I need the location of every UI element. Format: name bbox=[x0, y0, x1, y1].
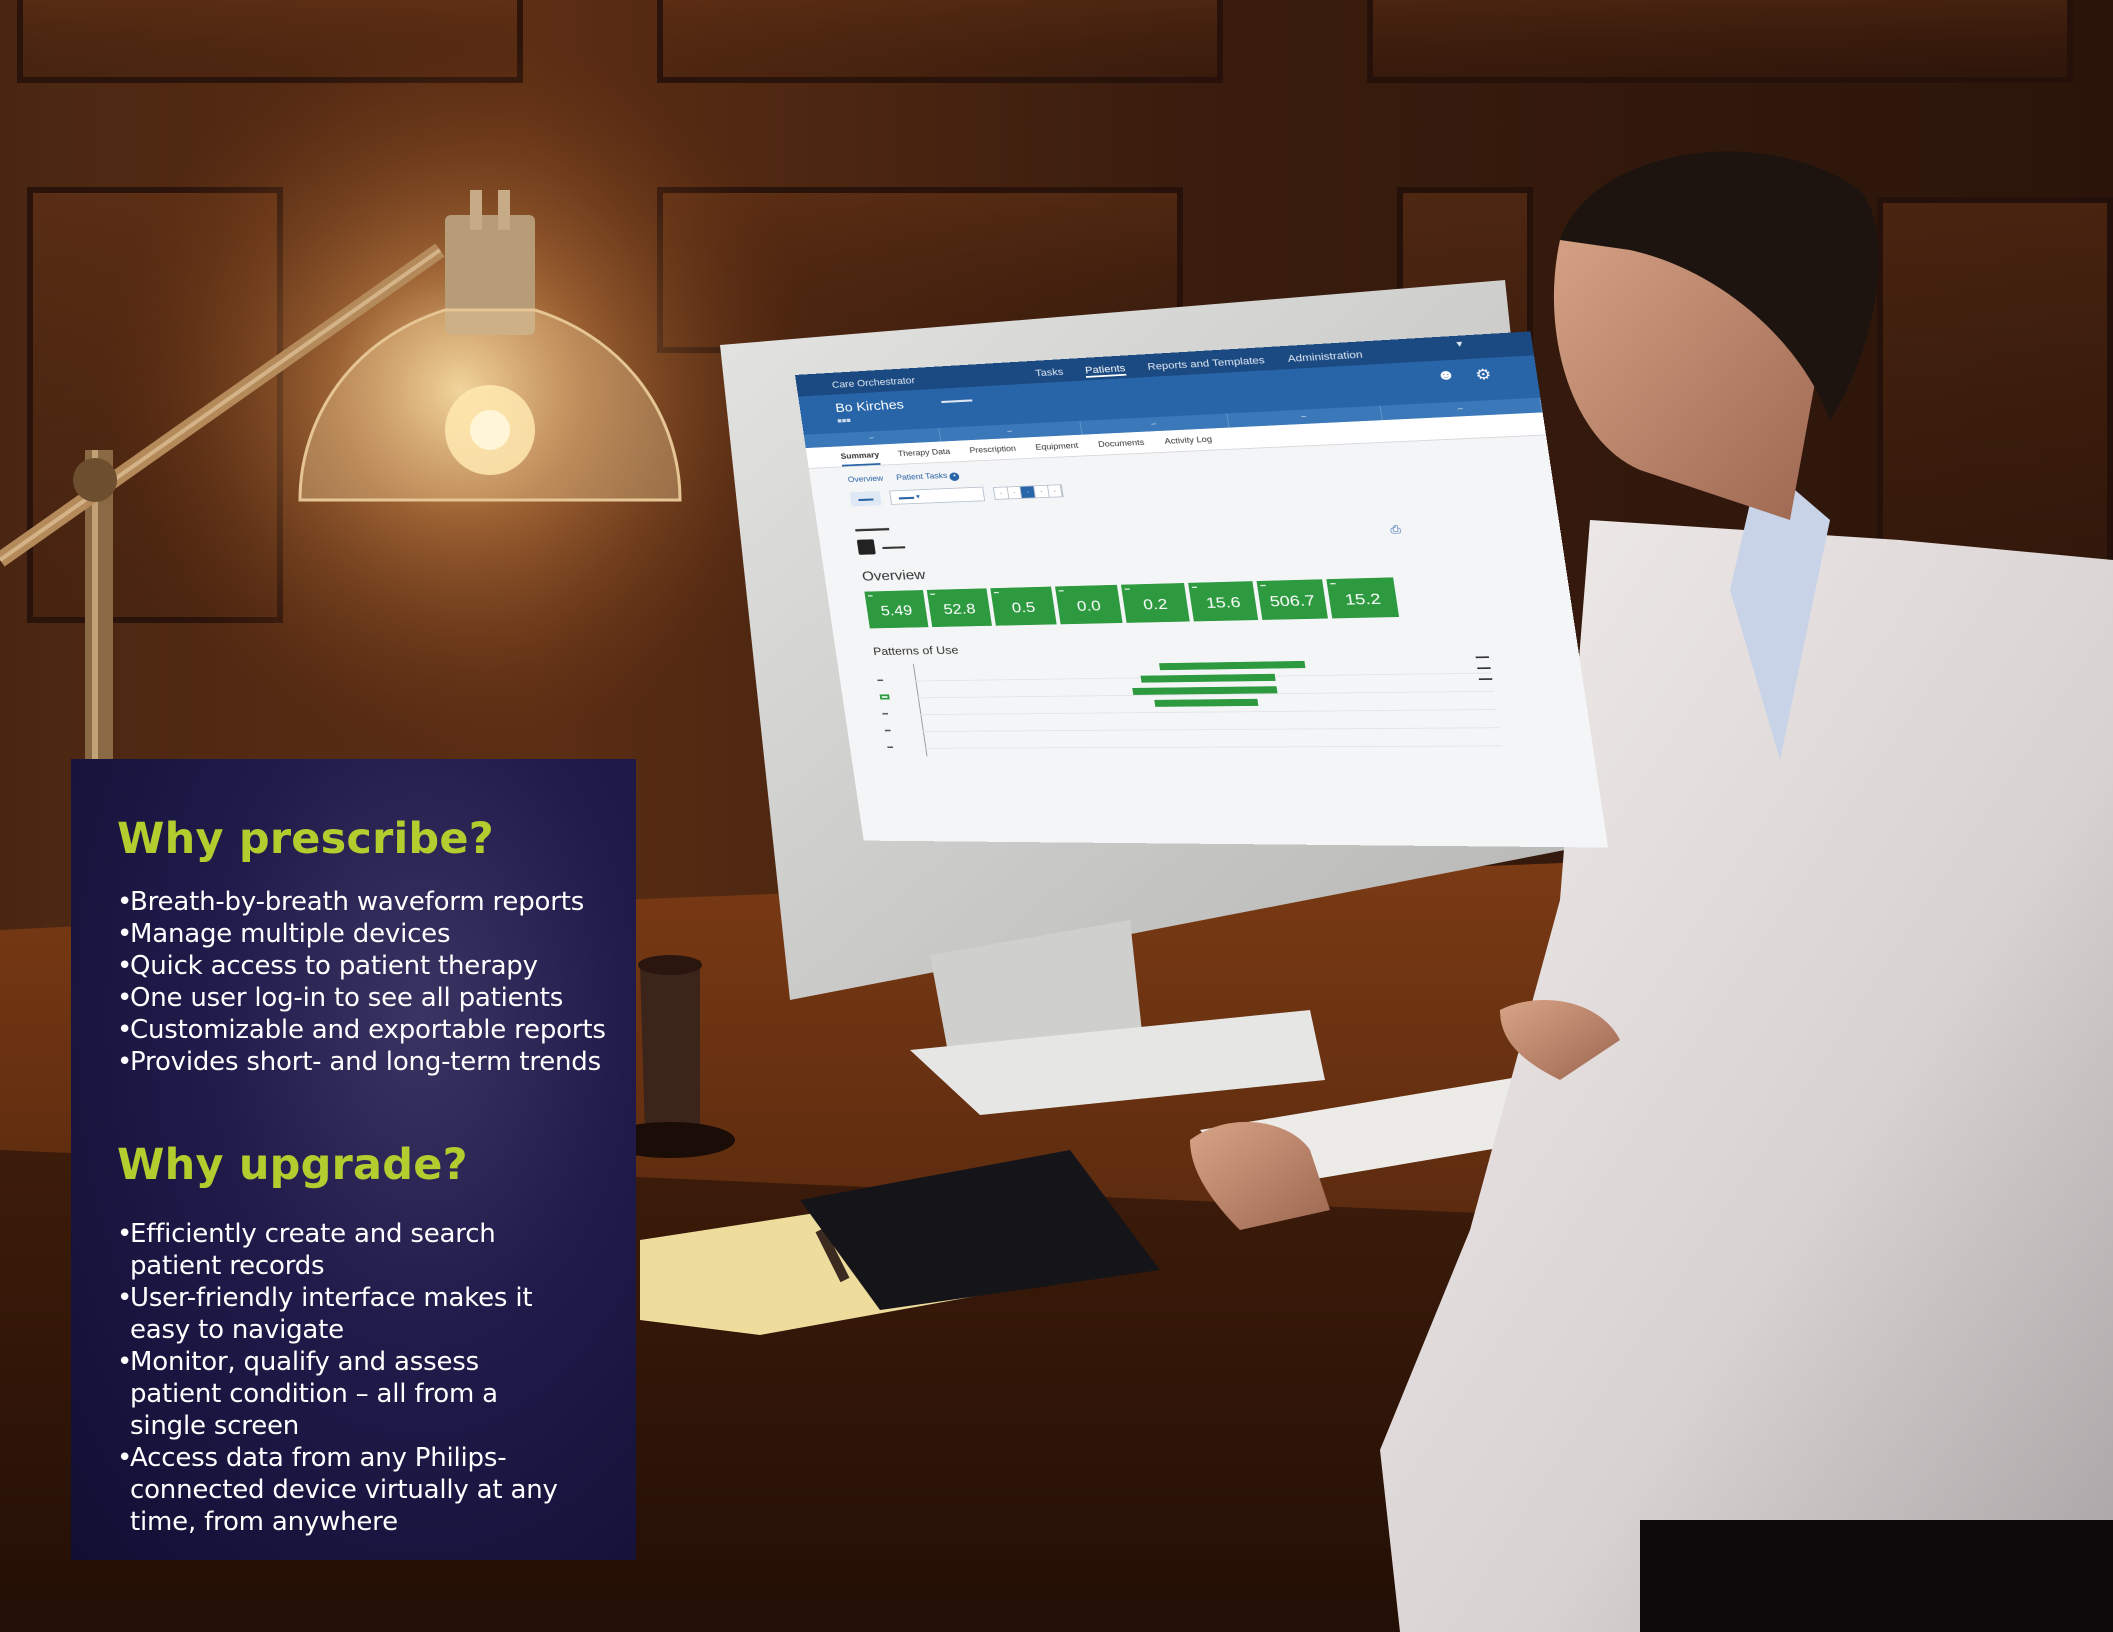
overview-tile: ▬ 52.8 bbox=[927, 588, 992, 627]
prescribe-list: Breath-by-breath waveform reports Manage… bbox=[117, 886, 616, 1078]
tile-label: ▬ bbox=[930, 591, 936, 596]
upgrade-item: Efficiently create and search patient re… bbox=[117, 1218, 577, 1282]
row-label: ▬ bbox=[887, 745, 893, 750]
patient-note: ▬▬▬▬ bbox=[941, 389, 1099, 405]
chart-gridline bbox=[920, 709, 1497, 715]
tile-value: 506.7 bbox=[1258, 592, 1326, 611]
app-title: Care Orchestrator bbox=[831, 376, 915, 391]
tile-value: 15.6 bbox=[1190, 594, 1257, 613]
chart-gridline bbox=[925, 745, 1502, 748]
menu-patients[interactable]: Patients bbox=[1084, 363, 1126, 377]
menu-tasks[interactable]: Tasks bbox=[1035, 367, 1065, 381]
prescribe-item: Quick access to patient therapy bbox=[117, 950, 616, 982]
patient-meta: ■■■ bbox=[837, 416, 852, 424]
user-menu-icon[interactable]: ▼ bbox=[1454, 339, 1465, 349]
tile-value: 0.0 bbox=[1057, 597, 1121, 616]
tile-label: ▬ bbox=[1124, 586, 1130, 591]
tile-label: ▬ bbox=[1330, 581, 1336, 586]
prescribe-item: Breath-by-breath waveform reports bbox=[117, 886, 616, 918]
legend-entry: ▬▬ bbox=[1477, 665, 1491, 671]
tile-label: ▬ bbox=[993, 590, 999, 595]
tile-label: ▬ bbox=[1260, 583, 1266, 588]
tab-prescription[interactable]: Prescription bbox=[968, 438, 1017, 461]
tasks-count-badge: • bbox=[949, 472, 960, 481]
tile-value: 15.2 bbox=[1328, 590, 1397, 610]
usage-bar bbox=[1154, 699, 1258, 707]
tile-value: 0.2 bbox=[1123, 595, 1189, 614]
filter-button[interactable]: ▬▬ bbox=[850, 491, 882, 506]
subtab-patient-tasks-label: Patient Tasks bbox=[896, 471, 948, 482]
person-icon[interactable]: ☻ bbox=[1435, 367, 1456, 386]
upgrade-section: Why upgrade? Efficiently create and sear… bbox=[117, 1140, 616, 1538]
patient-actions: ☻ ⚙ bbox=[1435, 365, 1492, 386]
legend-entry: ▬▬ bbox=[1478, 676, 1492, 682]
benefits-panel: Why prescribe? Breath-by-breath waveform… bbox=[71, 759, 636, 1560]
overview-tile: ▬ 15.6 bbox=[1188, 581, 1258, 621]
tile-value: 5.49 bbox=[866, 602, 927, 620]
overview-tile: ▬ 0.5 bbox=[990, 587, 1056, 626]
overview-tile: ▬ 0.0 bbox=[1055, 585, 1123, 624]
upgrade-item: User-friendly interface makes it easy to… bbox=[117, 1282, 577, 1346]
overview-tile: ▬ 0.2 bbox=[1121, 583, 1190, 623]
patterns-chart: ▬ ▬ ▬ ▬ ▬ ▬▬ ▬▬ ▬▬ bbox=[875, 654, 1503, 756]
chart-axis bbox=[913, 664, 928, 757]
row-label: ▬ bbox=[882, 711, 888, 716]
tab-summary[interactable]: Summary bbox=[839, 445, 880, 467]
tab-equipment[interactable]: Equipment bbox=[1034, 435, 1080, 458]
usage-bar bbox=[1141, 674, 1276, 683]
tab-documents[interactable]: Documents bbox=[1097, 432, 1146, 455]
upgrade-list: Efficiently create and search patient re… bbox=[117, 1218, 577, 1538]
overview-tile: ▬ 15.2 bbox=[1326, 577, 1399, 618]
tile-value: 52.8 bbox=[929, 600, 991, 618]
tile-value: 0.5 bbox=[992, 599, 1055, 618]
settings-icon[interactable]: ⚙ bbox=[1474, 365, 1493, 384]
legend-entry: ▬▬ bbox=[1475, 654, 1489, 660]
overview-tile: ▬ 5.49 bbox=[864, 590, 928, 628]
prescribe-heading: Why prescribe? bbox=[117, 814, 616, 864]
subtab-overview[interactable]: Overview bbox=[847, 474, 884, 486]
tile-label: ▬ bbox=[867, 593, 872, 598]
row-label: ▬ bbox=[885, 728, 891, 733]
print-icon[interactable]: ⎙ bbox=[1389, 522, 1401, 536]
prescribe-item: Customizable and exportable reports bbox=[117, 1014, 616, 1046]
overview-tile: ▬ 506.7 bbox=[1257, 579, 1328, 620]
prescribe-item: One user log-in to see all patients bbox=[117, 982, 616, 1014]
device-icon bbox=[857, 539, 876, 555]
prescribe-section: Why prescribe? Breath-by-breath waveform… bbox=[117, 814, 616, 1078]
patient-name: Bo Kirches bbox=[834, 398, 904, 416]
tab-therapy-data[interactable]: Therapy Data bbox=[897, 441, 952, 464]
tab-activity-log[interactable]: Activity Log bbox=[1163, 428, 1214, 451]
range-option[interactable]: · bbox=[1048, 485, 1063, 497]
row-label-selected: ▬ bbox=[880, 694, 890, 699]
tile-label: ▬ bbox=[1058, 588, 1064, 593]
device-info: ▬▬▬ bbox=[882, 542, 906, 550]
prescribe-item: Provides short- and long-term trends bbox=[117, 1046, 616, 1078]
row-label: ▬ bbox=[877, 678, 883, 683]
upgrade-heading: Why upgrade? bbox=[117, 1140, 616, 1190]
range-segment: · · · · · bbox=[993, 484, 1064, 500]
upgrade-item: Access data from any Philips-connected d… bbox=[117, 1442, 577, 1538]
upgrade-item: Monitor, qualify and assess patient cond… bbox=[117, 1346, 577, 1442]
usage-bar bbox=[1159, 661, 1305, 670]
tile-label: ▬ bbox=[1191, 584, 1197, 589]
menu-administration[interactable]: Administration bbox=[1287, 350, 1364, 367]
chart-gridline bbox=[923, 727, 1500, 732]
monitor-screen: Care Orchestrator Tasks Patients Reports… bbox=[795, 331, 1608, 847]
prescribe-item: Manage multiple devices bbox=[117, 918, 616, 950]
